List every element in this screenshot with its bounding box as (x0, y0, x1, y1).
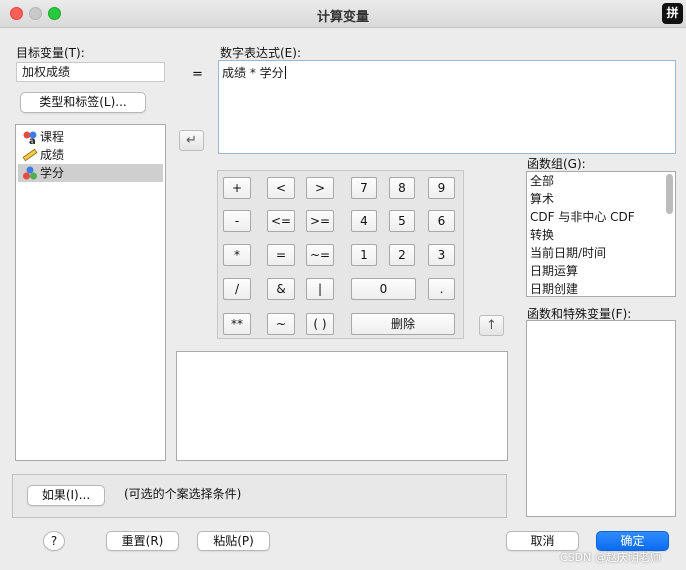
key-not[interactable]: ~ (267, 313, 295, 335)
list-item[interactable]: 全部 (527, 172, 675, 190)
key-less-than[interactable]: < (267, 177, 295, 199)
key-and[interactable]: & (267, 278, 295, 300)
key-plus[interactable]: + (223, 177, 251, 199)
key-2[interactable]: 2 (389, 244, 415, 266)
key-equals[interactable]: = (267, 244, 295, 266)
key-decimal[interactable]: . (428, 278, 455, 300)
nominal-variable-icon (23, 166, 37, 180)
key-8[interactable]: 8 (389, 177, 415, 199)
target-variable-label: 目标变量(T): (16, 46, 85, 60)
svg-text:a: a (29, 136, 36, 145)
watermark-text: CSDN @赵庆明老师 (560, 551, 661, 564)
insert-function-button[interactable]: ↑ (479, 315, 504, 336)
reset-button[interactable]: 重置(R) (106, 531, 179, 551)
function-group-scrollbar[interactable] (666, 174, 673, 214)
list-item[interactable]: 算术 (527, 190, 675, 208)
key-greater-than[interactable]: > (306, 177, 334, 199)
move-to-expression-button[interactable]: ↵ (179, 130, 204, 151)
function-description-area (176, 351, 508, 461)
case-selection-note: (可选的个案选择条件) (124, 487, 242, 501)
return-arrow-icon: ↵ (186, 133, 197, 148)
key-6[interactable]: 6 (428, 210, 455, 232)
list-item[interactable]: CDF 与非中心 CDF (527, 208, 675, 226)
key-greater-equal[interactable]: >= (306, 210, 334, 232)
if-button[interactable]: 如果(I)... (27, 485, 105, 506)
key-less-equal[interactable]: <= (267, 210, 295, 232)
help-button[interactable]: ? (43, 531, 65, 551)
key-parentheses[interactable]: ( ) (306, 313, 334, 335)
scale-variable-icon (22, 148, 38, 162)
type-and-label-button[interactable]: 类型和标签(L)... (20, 92, 146, 113)
equals-sign: = (192, 67, 203, 82)
variable-list[interactable]: a 课程 成绩 学分 (15, 124, 166, 461)
text-caret (284, 66, 286, 79)
expression-text: 成绩 * 学分 (222, 66, 284, 80)
ok-button[interactable]: 确定 (596, 531, 669, 551)
key-7[interactable]: 7 (351, 177, 377, 199)
key-5[interactable]: 5 (389, 210, 415, 232)
string-variable-icon: a (23, 131, 37, 145)
function-group-label: 函数组(G): (527, 157, 586, 171)
key-power[interactable]: ** (223, 313, 251, 335)
key-divide[interactable]: / (223, 278, 251, 300)
numeric-expression-label: 数字表达式(E): (220, 46, 301, 60)
title-bar: 计算变量 拼 (0, 0, 686, 28)
key-3[interactable]: 3 (428, 244, 455, 266)
cancel-button[interactable]: 取消 (506, 531, 579, 551)
functions-list[interactable] (526, 320, 676, 517)
list-item[interactable]: 成绩 (18, 146, 163, 164)
key-or[interactable]: | (306, 278, 334, 300)
target-variable-input[interactable]: 加权成绩 (16, 62, 165, 82)
list-item[interactable]: 当前日期/时间 (527, 244, 675, 262)
key-0[interactable]: 0 (351, 278, 416, 300)
numeric-expression-input[interactable]: 成绩 * 学分 (218, 60, 676, 154)
compute-variable-dialog: 计算变量 拼 目标变量(T): 加权成绩 类型和标签(L)... = 数字表达式… (0, 0, 686, 570)
up-arrow-icon: ↑ (486, 318, 497, 333)
list-item[interactable]: 日期运算 (527, 262, 675, 280)
key-4[interactable]: 4 (351, 210, 377, 232)
list-item[interactable]: 转换 (527, 226, 675, 244)
key-delete[interactable]: 删除 (351, 313, 455, 335)
key-1[interactable]: 1 (351, 244, 377, 266)
key-multiply[interactable]: * (223, 244, 251, 266)
key-minus[interactable]: - (223, 210, 251, 232)
window-title: 计算变量 (316, 10, 369, 25)
key-9[interactable]: 9 (428, 177, 455, 199)
key-not-equal[interactable]: ~= (306, 244, 334, 266)
paste-button[interactable]: 粘贴(P) (197, 531, 270, 551)
list-item[interactable]: 日期创建 (527, 280, 675, 296)
function-group-list[interactable]: 全部 算术 CDF 与非中心 CDF 转换 当前日期/时间 日期运算 日期创建 (526, 171, 676, 297)
input-method-indicator[interactable]: 拼 (662, 3, 683, 24)
list-item[interactable]: 学分 (18, 164, 163, 182)
list-item[interactable]: a 课程 (18, 128, 163, 146)
